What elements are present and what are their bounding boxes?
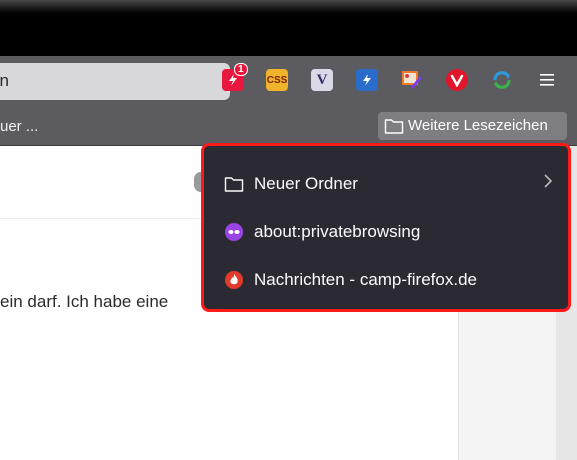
extension-css-icon[interactable]: CSS: [266, 69, 288, 91]
css-label: CSS: [266, 74, 288, 86]
more-bookmarks-button[interactable]: Weitere Lesezeichen: [378, 112, 567, 140]
menu-item-label: Nachrichten - camp-firefox.de: [254, 270, 477, 289]
folder-icon: [224, 174, 244, 194]
extension-sync-icon[interactable]: [491, 69, 513, 91]
menu-item-new-folder[interactable]: Neuer Ordner: [224, 168, 554, 200]
title-bar: [0, 0, 577, 56]
private-browsing-icon: [224, 222, 244, 242]
extension-v-icon[interactable]: V: [311, 69, 333, 91]
bookmarks-dropdown-menu: Neuer Ordner about:privatebrowsing Nachr…: [201, 143, 571, 312]
folder-icon: [384, 117, 404, 140]
url-text: en: [0, 71, 9, 90]
content-text: ein darf. Ich habe eine: [0, 292, 169, 311]
extension-edit-image-icon[interactable]: [401, 69, 423, 91]
menu-item-label: Neuer Ordner: [254, 174, 358, 193]
bookmark-item-truncated[interactable]: uer ...: [0, 118, 38, 135]
extension-blue-lightning-icon[interactable]: [356, 69, 378, 91]
extension-vivaldi-icon[interactable]: [446, 69, 468, 91]
v-label: V: [316, 71, 328, 88]
menu-item-private-browsing[interactable]: about:privatebrowsing: [224, 216, 554, 248]
chevron-right-icon: [542, 172, 554, 190]
menu-item-label: about:privatebrowsing: [254, 222, 421, 241]
hamburger-menu-icon[interactable]: [536, 69, 558, 91]
camp-firefox-icon: [224, 270, 244, 290]
notification-badge: 1: [234, 63, 248, 76]
url-bar[interactable]: en: [0, 63, 230, 100]
menu-item-camp-firefox[interactable]: Nachrichten - camp-firefox.de: [224, 264, 554, 296]
extension-red-lightning-icon[interactable]: 1: [222, 63, 248, 91]
more-bookmarks-label: Weitere Lesezeichen: [408, 117, 548, 134]
